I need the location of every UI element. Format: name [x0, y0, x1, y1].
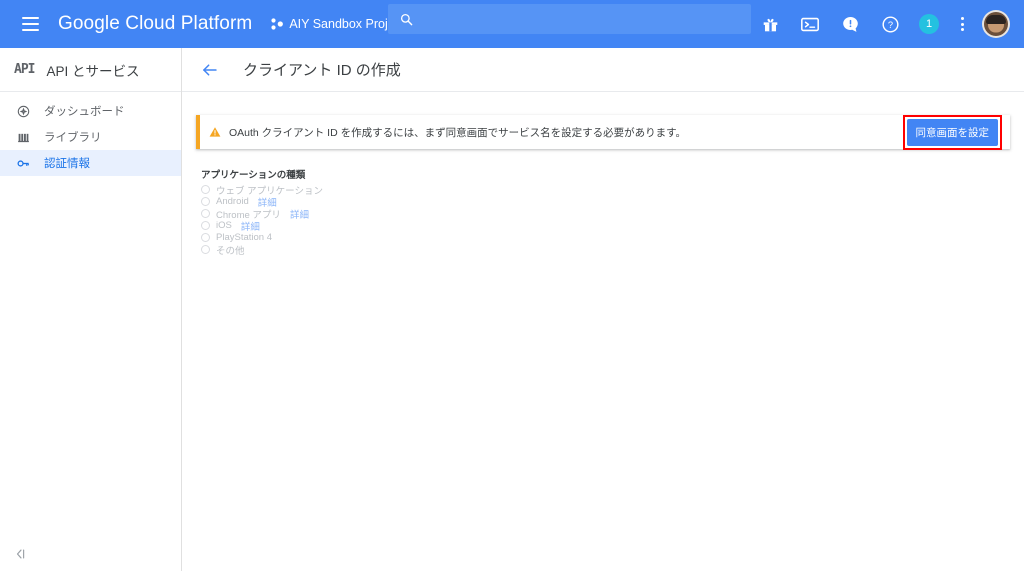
page-header: クライアント ID の作成 [182, 48, 1024, 92]
sidebar-item-label: 認証情報 [44, 158, 90, 170]
user-avatar[interactable] [982, 10, 1010, 38]
avatar-hair [986, 15, 1006, 25]
notifications-icon[interactable] [836, 0, 864, 48]
search-input[interactable] [422, 12, 751, 26]
configure-consent-screen-button[interactable]: 同意画面を設定 [906, 118, 998, 146]
brand-title: Google Cloud Platform [58, 13, 253, 34]
details-link[interactable]: 詳細 [290, 207, 309, 221]
radio-button[interactable] [201, 185, 210, 195]
radio-option-chrome-app[interactable]: Chrome アプリ 詳細 [201, 207, 1010, 221]
radio-button[interactable] [201, 245, 210, 255]
key-icon [16, 156, 30, 170]
warning-banner: OAuth クライアント ID を作成するには、まず同意画面でサービス名を設定す… [196, 114, 1010, 150]
sidebar-header: API API とサービス [0, 48, 181, 92]
sidebar-item-dashboard[interactable]: ダッシュボード [0, 98, 181, 124]
sidebar-title: API とサービス [46, 63, 140, 79]
project-dots-icon [271, 18, 284, 30]
gift-icon[interactable] [756, 0, 784, 48]
top-app-bar: Google Cloud Platform AIY Sandbox Projec… [0, 0, 1024, 48]
radio-button[interactable] [201, 209, 210, 219]
page-body: API API とサービス ダッシュボード ライブラリ 認証情報 クライアント … [0, 48, 1024, 571]
radio-label: iOS [216, 220, 232, 232]
main-content: クライアント ID の作成 OAuth クライアント ID を作成するには、まず… [182, 48, 1024, 571]
api-logo: API [14, 62, 36, 77]
radio-button[interactable] [201, 197, 210, 207]
collapse-sidebar-icon[interactable] [14, 547, 28, 561]
sidebar: API API とサービス ダッシュボード ライブラリ 認証情報 [0, 48, 182, 571]
radio-option-other[interactable]: その他 [201, 244, 1010, 257]
sidebar-item-credentials[interactable]: 認証情報 [0, 150, 181, 176]
radio-option-playstation-4[interactable]: PlayStation 4 [201, 232, 1010, 244]
dashboard-icon [16, 104, 30, 118]
radio-option-web-application[interactable]: ウェブ アプリケーション [201, 184, 1010, 197]
search-box[interactable] [388, 4, 751, 34]
cloud-shell-icon[interactable] [796, 0, 824, 48]
search-icon [400, 13, 413, 25]
hamburger-menu-icon[interactable] [8, 0, 52, 48]
radio-option-android[interactable]: Android 詳細 [201, 196, 1010, 209]
back-arrow-icon[interactable] [201, 61, 219, 79]
radio-label: PlayStation 4 [216, 232, 272, 244]
notification-count-badge[interactable]: 1 [919, 14, 939, 34]
warning-message: OAuth クライアント ID を作成するには、まず同意画面でサービス名を設定す… [229, 126, 687, 139]
svg-text:?: ? [887, 20, 892, 30]
radio-label: Android [216, 196, 249, 208]
radio-button[interactable] [201, 221, 210, 231]
sidebar-item-library[interactable]: ライブラリ [0, 124, 181, 150]
page-title: クライアント ID の作成 [243, 62, 401, 79]
top-bar-actions: ? 1 [750, 0, 1014, 48]
more-vert-icon[interactable] [952, 0, 972, 48]
content-area: OAuth クライアント ID を作成するには、まず同意画面でサービス名を設定す… [182, 92, 1024, 571]
radio-option-ios[interactable]: iOS 詳細 [201, 219, 1010, 233]
application-type-legend: アプリケーションの種類 [201, 170, 306, 181]
sidebar-nav: ダッシュボード ライブラリ 認証情報 [0, 92, 181, 176]
library-icon [16, 130, 30, 144]
radio-label: その他 [216, 245, 245, 257]
details-link[interactable]: 詳細 [241, 219, 260, 233]
sidebar-item-label: ライブラリ [44, 132, 102, 144]
warning-triangle-icon [209, 126, 221, 138]
radio-button[interactable] [201, 233, 210, 243]
application-type-group: アプリケーションの種類 ウェブ アプリケーション Android 詳細 Chro… [196, 167, 1010, 257]
highlight-box: 同意画面を設定 [902, 114, 1002, 150]
help-icon[interactable]: ? [876, 0, 904, 48]
sidebar-item-label: ダッシュボード [44, 106, 125, 118]
